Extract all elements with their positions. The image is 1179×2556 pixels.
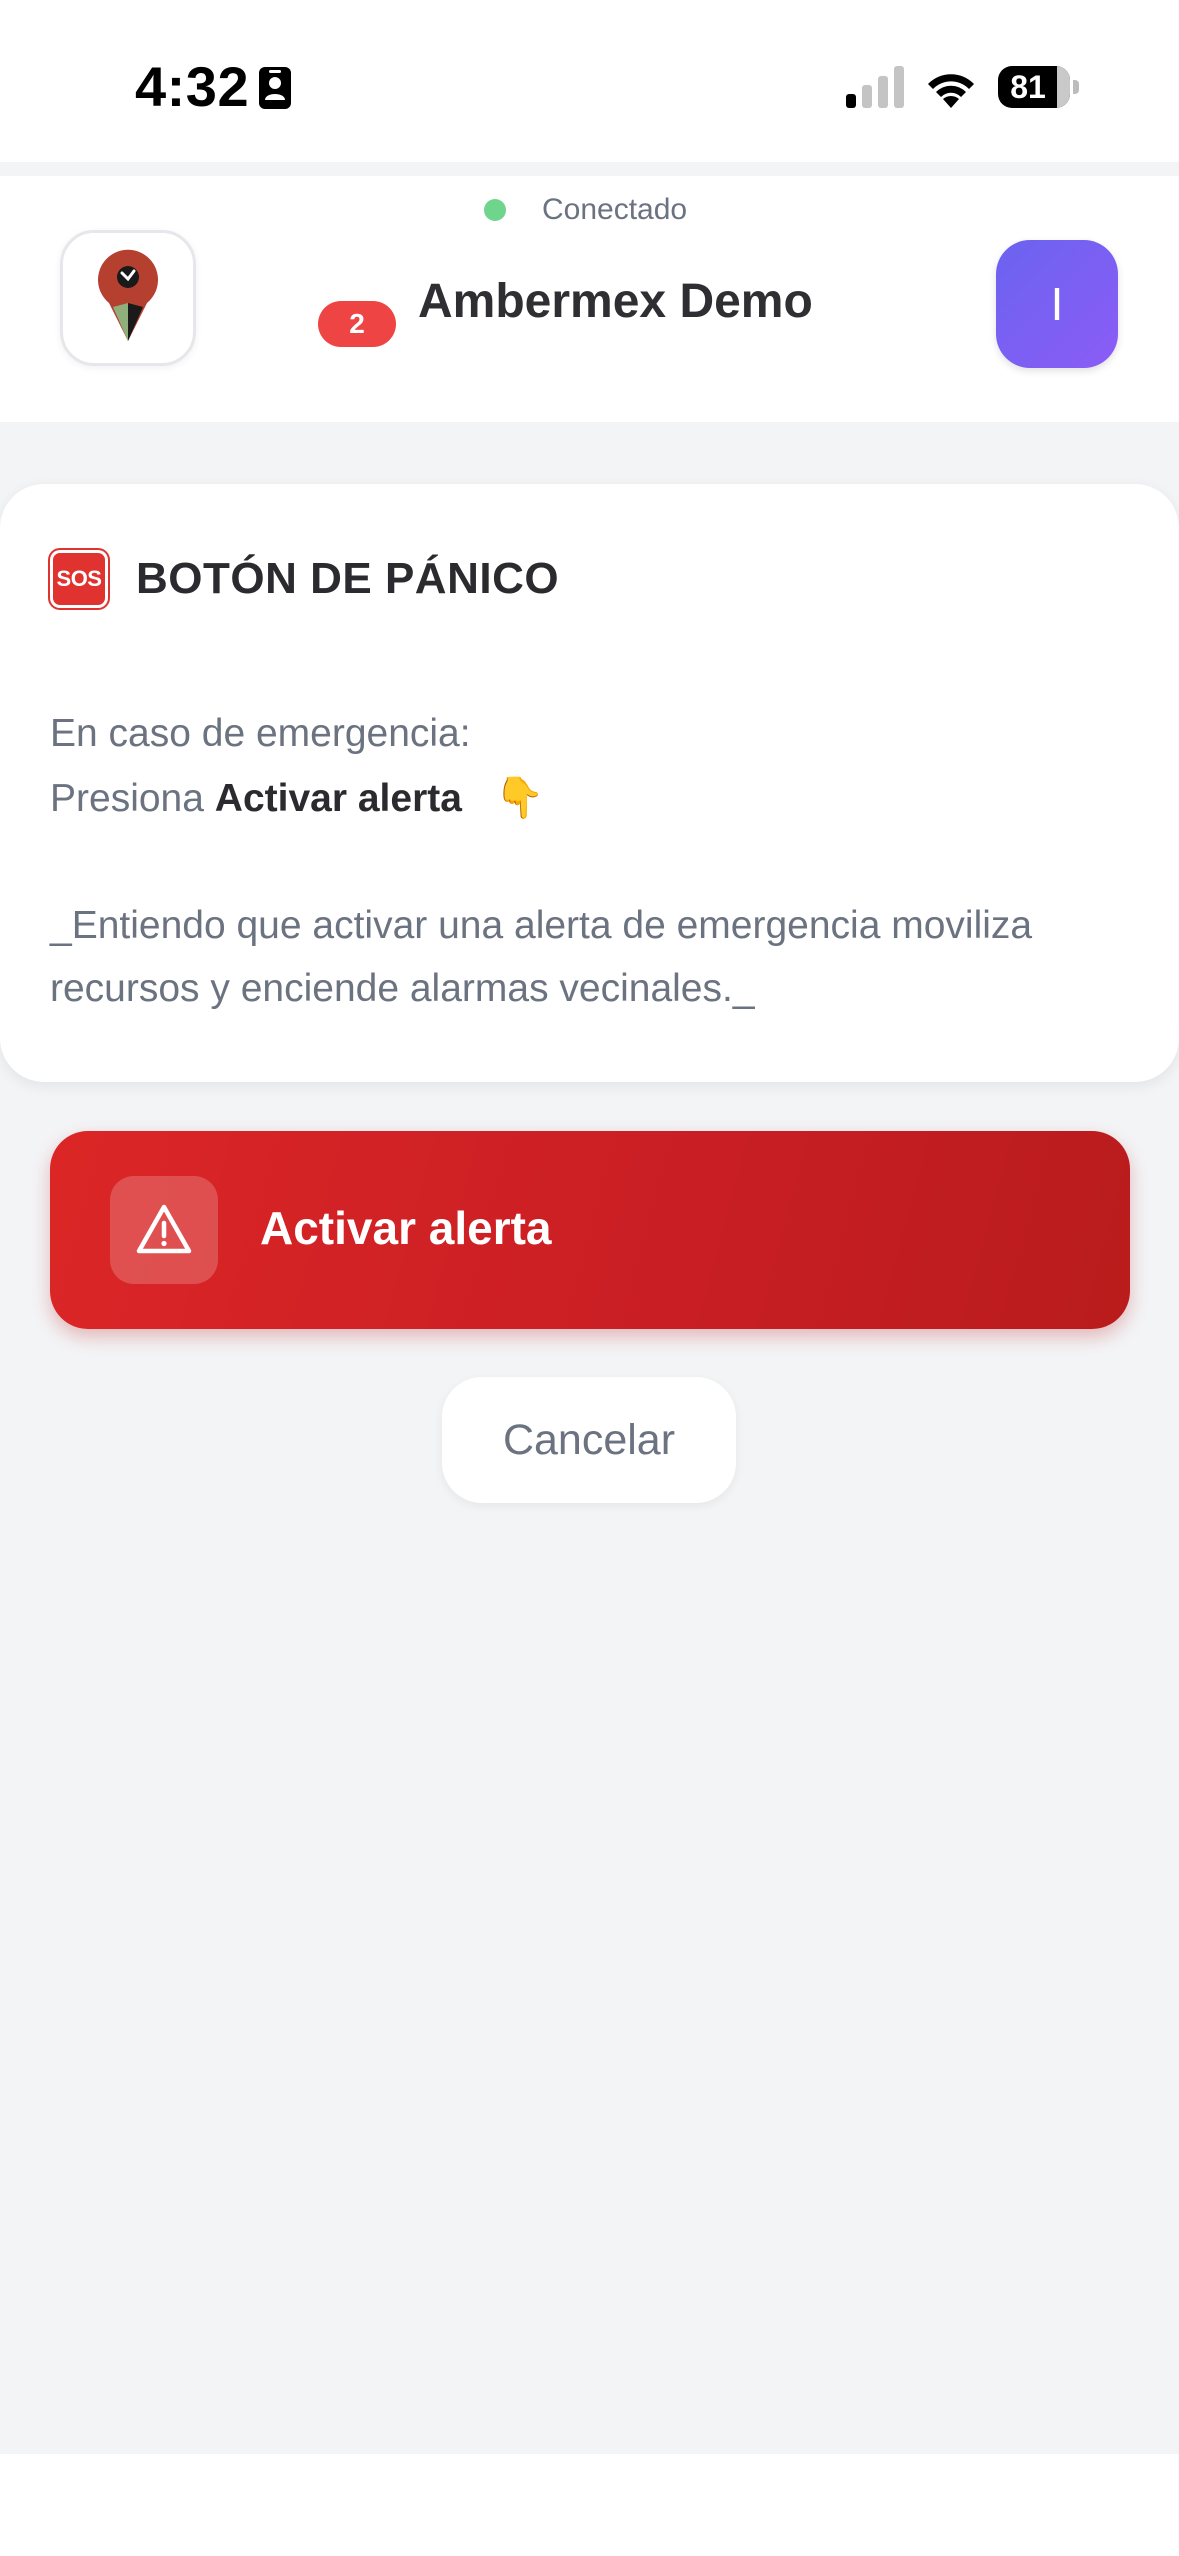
connection-status: Conectado [484,190,687,230]
activate-alert-label: Activar alerta [260,1202,552,1254]
connection-label: Conectado [542,193,688,226]
header-divider [0,162,1179,176]
status-time: 4:32 [135,55,250,118]
bottom-safe-area [0,2454,1179,2556]
warning-triangle-icon [136,1204,192,1254]
cellular-signal-icon [846,66,904,108]
instruction-action: Activar alerta [214,777,462,820]
location-pin-logo-icon [98,249,158,341]
contact-card-icon [259,67,291,109]
user-avatar[interactable]: I [996,240,1118,368]
app-logo[interactable] [60,230,196,366]
instruction-prefix: Presiona [50,777,204,820]
battery-icon: 81 [998,66,1080,108]
battery-level: 81 [1010,69,1046,105]
disclaimer-text: _Entiendo que activar una alerta de emer… [50,904,1033,1010]
wifi-icon [928,74,974,108]
sos-icon: SOS [50,550,108,608]
cancel-button[interactable]: Cancelar [442,1377,736,1503]
instruction-line-2: Presiona Activar alerta 👇 [50,774,545,821]
card-title: BOTÓN DE PÁNICO [136,554,560,603]
warning-icon-container [110,1176,218,1284]
pointing-down-hand-icon: 👇 [494,776,545,820]
instruction-line-1: En caso de emergencia: [50,712,471,755]
organization-name: Ambermex Demo [418,275,813,328]
app-header: Conectado 2 Ambermex Demo I [0,176,1179,422]
connection-dot-icon [484,199,506,221]
notification-badge[interactable]: 2 [318,301,396,347]
activate-alert-button[interactable]: Activar alerta [50,1131,1130,1329]
panic-button-card: SOS BOTÓN DE PÁNICO En caso de emergenci… [0,484,1179,1082]
status-bar: 4:32 81 [0,0,1179,162]
